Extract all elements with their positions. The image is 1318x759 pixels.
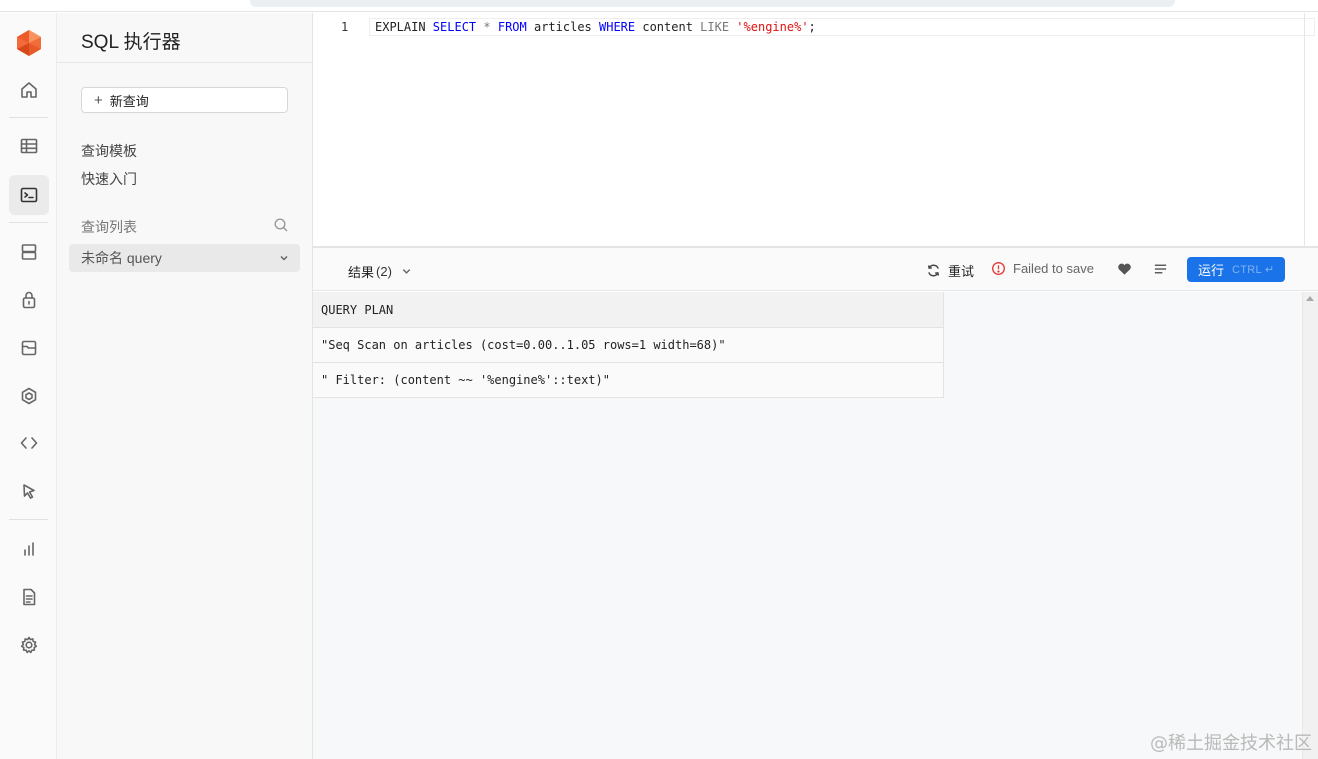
- search-icon[interactable]: [273, 217, 289, 233]
- format-lines-icon[interactable]: [1153, 262, 1168, 276]
- icon-rail: [0, 13, 57, 759]
- results-tab-label: 结果: [348, 265, 375, 280]
- code-string: '%engine%': [736, 20, 809, 34]
- code-token: *: [476, 20, 498, 34]
- database-icon[interactable]: [9, 232, 49, 272]
- run-label: 运行: [1198, 263, 1225, 278]
- save-status-text: Failed to save: [1013, 261, 1094, 276]
- table-row[interactable]: "Seq Scan on articles (cost=0.00..1.05 r…: [313, 328, 943, 363]
- code-token: articles: [526, 20, 599, 34]
- sidebar-divider: [57, 62, 312, 63]
- chevron-down-icon: [402, 269, 411, 274]
- cursor-pointer-icon[interactable]: [9, 471, 49, 511]
- table-editor-icon[interactable]: [9, 126, 49, 166]
- watermark: @稀土掘金技术社区: [1150, 733, 1312, 754]
- code-keyword: SELECT: [432, 20, 477, 34]
- rail-divider: [9, 117, 48, 118]
- results-toolbar: 结果 (2) 重试 Failed to save 运行 CTRL ↵: [313, 248, 1318, 291]
- new-query-label: 新查询: [109, 93, 149, 109]
- run-button[interactable]: 运行 CTRL ↵: [1187, 257, 1285, 282]
- run-shortcut: CTRL ↵: [1232, 264, 1275, 276]
- settings-gear-icon[interactable]: [9, 625, 49, 665]
- results-count: (2): [376, 264, 392, 279]
- authentication-icon[interactable]: [9, 280, 49, 320]
- code-token: content: [635, 20, 701, 34]
- code-keyword: LIKE: [700, 20, 730, 34]
- query-templates-link[interactable]: 查询模板: [81, 141, 137, 161]
- sql-sidebar: SQL 执行器 + 新查询 查询模板 快速入门 查询列表 未命名 query: [57, 13, 313, 759]
- code-keyword: FROM: [497, 20, 527, 34]
- query-name: 未命名 query: [81, 250, 162, 266]
- plus-icon: +: [94, 91, 103, 109]
- home-icon[interactable]: [9, 70, 49, 110]
- edge-functions-icon[interactable]: [9, 376, 49, 416]
- table-row[interactable]: " Filter: (content ~~ '%engine%'::text)": [313, 363, 943, 398]
- docs-file-icon[interactable]: [9, 577, 49, 617]
- api-code-icon[interactable]: [9, 423, 49, 463]
- code-token: ;: [808, 20, 816, 34]
- chevron-down-icon[interactable]: [278, 252, 290, 264]
- app-logo-icon[interactable]: [15, 29, 43, 57]
- alert-circle-icon: [992, 262, 1005, 275]
- page-title: SQL 执行器: [81, 32, 181, 53]
- code-line[interactable]: EXPLAIN SELECT * FROM articles WHERE con…: [375, 20, 816, 34]
- save-status: Failed to save: [991, 261, 1094, 276]
- code-keyword: WHERE: [599, 20, 636, 34]
- rail-divider: [9, 519, 48, 520]
- address-bar: [250, 0, 1175, 7]
- editor-scrollbar[interactable]: [1304, 13, 1305, 246]
- heart-icon[interactable]: [1117, 262, 1132, 276]
- results-table: QUERY PLAN "Seq Scan on articles (cost=0…: [313, 292, 944, 398]
- query-list-label: 查询列表: [81, 219, 137, 235]
- reports-chart-icon[interactable]: [9, 529, 49, 569]
- refresh-icon: [927, 264, 940, 277]
- retry-button[interactable]: 重试: [926, 261, 974, 280]
- sql-editor[interactable]: 1 EXPLAIN SELECT * FROM articles WHERE c…: [313, 13, 1318, 246]
- quick-start-link[interactable]: 快速入门: [81, 169, 137, 189]
- results-scrollbar[interactable]: [1302, 292, 1318, 759]
- column-header[interactable]: QUERY PLAN: [313, 292, 943, 328]
- sql-editor-icon[interactable]: [9, 175, 49, 215]
- query-list-item[interactable]: 未命名 query: [69, 244, 300, 272]
- results-panel: QUERY PLAN "Seq Scan on articles (cost=0…: [313, 292, 1302, 759]
- rail-divider: [9, 222, 48, 223]
- browser-top-strip: [0, 0, 1318, 12]
- retry-label: 重试: [948, 264, 975, 279]
- storage-icon[interactable]: [9, 328, 49, 368]
- code-token: EXPLAIN: [375, 20, 433, 34]
- line-number: 1: [341, 20, 349, 34]
- new-query-button[interactable]: + 新查询: [81, 87, 288, 113]
- scroll-up-arrow-icon[interactable]: [1306, 296, 1314, 301]
- results-tab[interactable]: 结果 (2): [348, 262, 412, 281]
